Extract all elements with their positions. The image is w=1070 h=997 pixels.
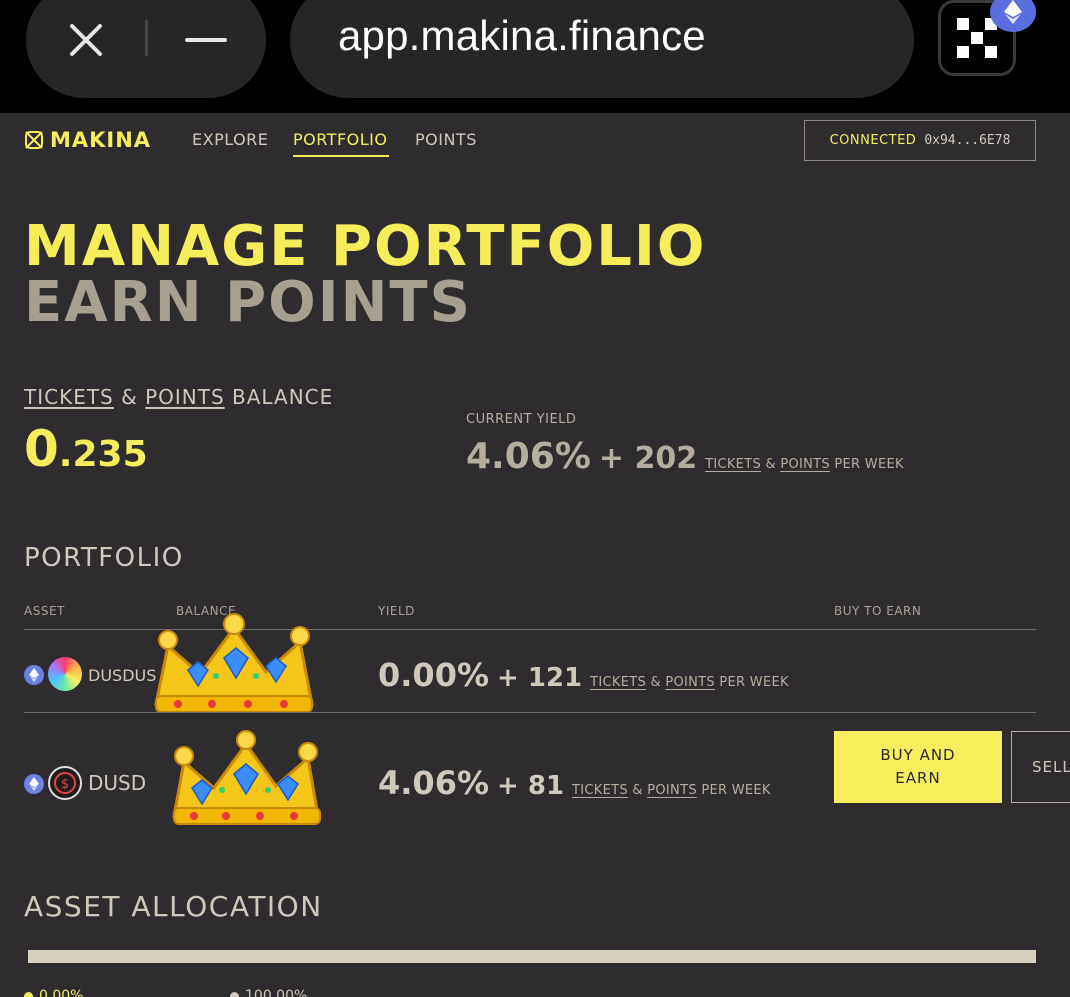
per-week: PER WEEK	[719, 675, 789, 690]
ethereum-icon	[24, 665, 44, 685]
row-yield: 4.06% + 81 TICKETS & POINTS PER WEEK	[378, 764, 771, 802]
buy-and-earn-button[interactable]: BUY AND EARN	[834, 731, 1002, 803]
balance-int: 0	[24, 420, 59, 478]
wallet-address: 0x94...6E78	[924, 133, 1011, 148]
legend-label: 100.00%	[245, 988, 308, 997]
current-yield-label: CURRENT YIELD	[466, 412, 577, 427]
close-icon	[70, 24, 102, 56]
balance-word: BALANCE	[232, 385, 334, 409]
points-link[interactable]: POINTS	[665, 675, 715, 690]
sell-button[interactable]: SELL	[1011, 731, 1070, 803]
tickets-link[interactable]: TICKETS	[24, 385, 114, 409]
minimize-icon	[185, 38, 227, 42]
row-yield-plus: + 81	[497, 771, 565, 801]
minimize-button[interactable]	[182, 18, 230, 62]
row-yield-percent: 0.00%	[378, 656, 490, 694]
makina-mark-icon	[25, 131, 43, 149]
amp: &	[121, 385, 138, 409]
wallet-connected-button[interactable]: CONNECTED 0x94...6E78	[804, 120, 1036, 161]
per-week: PER WEEK	[701, 783, 771, 798]
yield-units: TICKETS & POINTS PER WEEK	[705, 457, 904, 472]
ethereum-icon	[24, 774, 44, 794]
balance-label: TICKETS & POINTS BALANCE	[24, 385, 333, 409]
header-asset: ASSET	[24, 604, 65, 618]
hero-subtitle: EARN POINTS	[24, 270, 472, 335]
asset-allocation-title: ASSET ALLOCATION	[24, 890, 323, 923]
buy-label-line1: BUY AND	[880, 746, 956, 764]
allocation-legend-item: 0.00%	[24, 988, 83, 997]
balance-frac: .235	[58, 434, 148, 475]
makina-logo[interactable]: MAKINA	[24, 128, 151, 152]
points-link[interactable]: POINTS	[780, 457, 830, 472]
crown-sticker-icon	[148, 612, 318, 720]
hero-title: MANAGE PORTFOLIO	[24, 214, 707, 279]
nav-points[interactable]: POINTS	[415, 130, 477, 149]
legend-label: 0.00%	[39, 988, 84, 997]
okx-logo-icon	[957, 18, 997, 58]
buy-button-label: BUY AND EARN	[880, 744, 955, 790]
divider	[145, 20, 148, 56]
header-buy-to-earn: BUY TO EARN	[834, 604, 922, 618]
legend-dot-icon	[24, 991, 33, 997]
header-yield: YIELD	[378, 604, 415, 618]
asset-name[interactable]: DUSD	[88, 771, 146, 795]
balance-value: 0.235	[24, 420, 148, 478]
amp: &	[765, 457, 776, 472]
buy-label-line2: EARN	[895, 769, 941, 787]
row-yield-percent: 4.06%	[378, 764, 490, 802]
browser-toolbar: app.makina.finance	[0, 0, 1070, 113]
row-yield: 0.00% + 121 TICKETS & POINTS PER WEEK	[378, 656, 789, 694]
asset-name[interactable]: DUSDUS	[88, 666, 156, 685]
points-link[interactable]: POINTS	[647, 783, 697, 798]
logo-text: MAKINA	[50, 128, 152, 152]
row-yield-units: TICKETS & POINTS PER WEEK	[590, 675, 789, 690]
points-link[interactable]: POINTS	[145, 385, 225, 409]
svg-text:$: $	[61, 777, 69, 792]
active-nav-indicator	[293, 155, 389, 157]
nav-explore[interactable]: EXPLORE	[192, 130, 268, 149]
tickets-link[interactable]: TICKETS	[572, 783, 628, 798]
allocation-bar	[28, 950, 1036, 963]
row-yield-plus: + 121	[497, 663, 583, 693]
portfolio-title: PORTFOLIO	[24, 543, 184, 573]
yield-percent: 4.06%	[466, 436, 591, 477]
dusdus-token-icon	[48, 657, 82, 691]
url-text[interactable]: app.makina.finance	[338, 12, 706, 60]
amp: &	[632, 783, 643, 798]
row-yield-units: TICKETS & POINTS PER WEEK	[572, 783, 771, 798]
allocation-legend-item: 100.00%	[230, 988, 307, 997]
close-tab-button[interactable]	[62, 18, 110, 62]
crown-sticker-icon	[166, 730, 326, 832]
dusd-token-icon: $	[48, 766, 82, 800]
per-week: PER WEEK	[834, 457, 904, 472]
tickets-link[interactable]: TICKETS	[590, 675, 646, 690]
connected-label: CONNECTED	[829, 133, 917, 148]
tickets-link[interactable]: TICKETS	[705, 457, 761, 472]
amp: &	[650, 675, 661, 690]
yield-plus: + 202	[598, 441, 698, 476]
sell-button-label: SELL	[1032, 758, 1070, 776]
nav-portfolio[interactable]: PORTFOLIO	[293, 130, 388, 149]
current-yield-value: 4.06% + 202 TICKETS & POINTS PER WEEK	[466, 436, 904, 477]
row-divider	[24, 712, 1036, 713]
legend-dot-icon	[230, 991, 239, 997]
